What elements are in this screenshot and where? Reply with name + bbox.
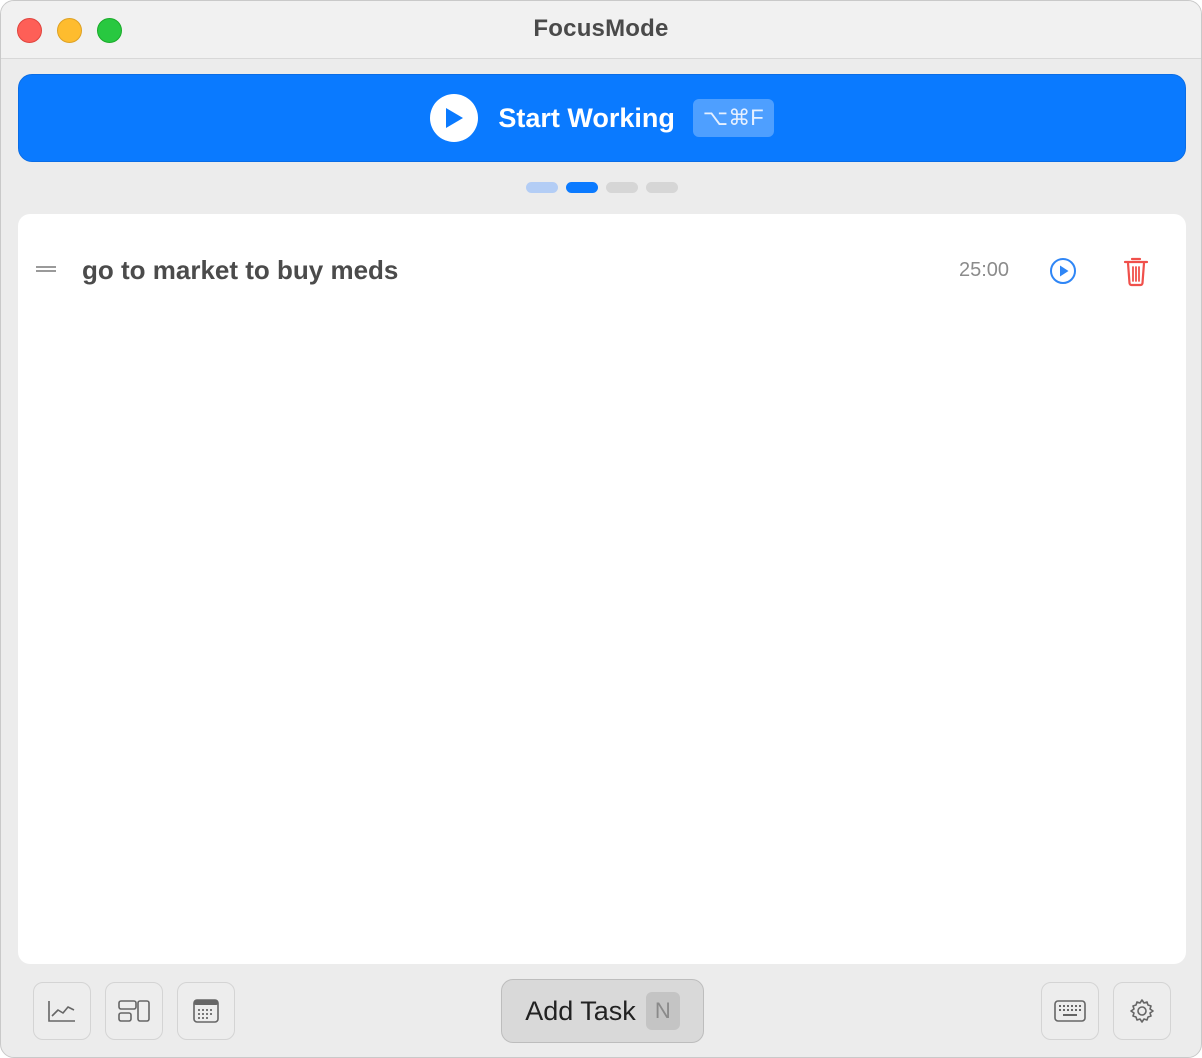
trash-icon[interactable] <box>1122 255 1150 287</box>
task-play-icon[interactable] <box>1049 257 1077 285</box>
keyboard-icon <box>1054 1000 1086 1022</box>
add-task-button[interactable]: Add Task N <box>501 979 704 1043</box>
calendar-icon <box>193 999 219 1023</box>
drag-handle-icon[interactable] <box>36 266 56 276</box>
page-indicator <box>526 182 678 193</box>
task-row[interactable]: go to market to buy meds 25:00 <box>18 236 1186 306</box>
settings-button[interactable] <box>1113 982 1171 1040</box>
window-title: FocusMode <box>533 15 669 42</box>
page-dot[interactable] <box>526 182 558 193</box>
play-icon <box>430 94 479 142</box>
layout-button[interactable] <box>105 982 163 1040</box>
task-title: go to market to buy meds <box>82 255 399 285</box>
add-task-label: Add Task <box>525 995 636 1026</box>
start-working-button[interactable]: Start Working ⌥⌘F <box>18 74 1186 162</box>
start-shortcut-badge: ⌥⌘F <box>692 99 774 137</box>
gear-icon <box>1130 999 1154 1023</box>
app-window: FocusMode Start Working ⌥⌘F go to market… <box>0 0 1202 1058</box>
title-bar: FocusMode <box>1 1 1201 59</box>
start-working-label: Start Working <box>498 102 675 133</box>
page-dot[interactable] <box>606 182 638 193</box>
calendar-button[interactable] <box>177 982 235 1040</box>
page-dot-active[interactable] <box>566 182 598 193</box>
layout-icon <box>118 1000 150 1022</box>
chart-icon <box>48 1001 75 1022</box>
statistics-button[interactable] <box>33 982 91 1040</box>
task-list: go to market to buy meds 25:00 <box>18 214 1186 964</box>
page-dot[interactable] <box>646 182 678 193</box>
task-duration: 25:00 <box>959 259 1010 281</box>
keyboard-shortcuts-button[interactable] <box>1041 982 1099 1040</box>
add-task-shortcut: N <box>645 992 680 1030</box>
